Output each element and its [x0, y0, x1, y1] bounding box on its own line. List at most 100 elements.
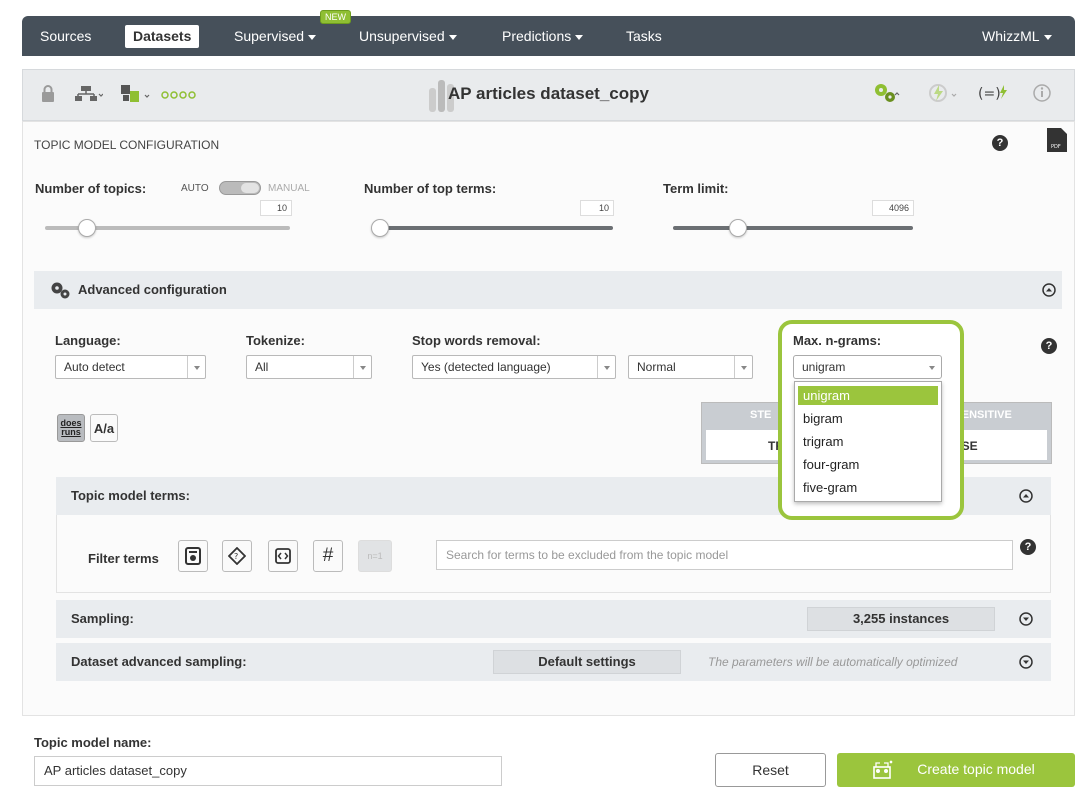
diamond-question-icon: ?: [228, 547, 246, 565]
advanced-sampling-title: Dataset advanced sampling:: [71, 654, 247, 669]
reset-button[interactable]: Reset: [715, 753, 826, 787]
sampling-title: Sampling:: [71, 611, 134, 626]
dropdown-arrow-icon: [353, 356, 371, 378]
term-limit-slider[interactable]: [673, 226, 913, 230]
gears-icon[interactable]: [873, 82, 901, 104]
stopwords-level-value: Normal: [637, 360, 676, 374]
expand-icon[interactable]: [1019, 655, 1033, 669]
term-limit-slider-knob[interactable]: [729, 219, 747, 237]
topic-terms-title: Topic model terms:: [71, 488, 190, 503]
advanced-config-header[interactable]: Advanced configuration: [34, 271, 1062, 309]
ngrams-label: Max. n-grams:: [793, 333, 882, 348]
tokenize-label: Tokenize:: [246, 333, 305, 348]
create-topic-model-button[interactable]: Create topic model: [837, 753, 1075, 787]
top-terms-slider[interactable]: [375, 226, 613, 230]
ngrams-option[interactable]: four-gram: [798, 455, 938, 474]
nav-supervised-label: Supervised: [234, 28, 305, 44]
ngrams-option[interactable]: unigram: [798, 386, 938, 405]
sampling-instances: 3,255 instances: [807, 607, 995, 631]
dropdown-arrow-icon: [923, 356, 941, 378]
top-navigation-bar: Sources Datasets Supervised NEW Unsuperv…: [22, 10, 1075, 56]
term-limit-value: 4096: [872, 200, 914, 216]
filter-n1-button[interactable]: n=1: [358, 540, 392, 572]
top-terms-label: Number of top terms:: [364, 181, 497, 196]
filter-non-alpha-button[interactable]: ?: [222, 540, 252, 572]
nav-sources[interactable]: Sources: [40, 16, 91, 56]
chevron-down-icon: [448, 34, 457, 40]
config-header: TOPIC MODEL CONFIGURATION: [34, 138, 220, 152]
chevron-down-icon: [575, 34, 584, 40]
chevron-down-icon: [308, 34, 317, 40]
tokenize-select[interactable]: All: [246, 355, 372, 379]
stemming-button-bottom: runs: [61, 427, 81, 437]
model-name-input[interactable]: AP articles dataset_copy: [34, 756, 502, 786]
tokenize-select-value: All: [255, 360, 269, 374]
advanced-sampling-note: The parameters will be automatically opt…: [708, 655, 958, 669]
help-icon[interactable]: ?: [1041, 338, 1057, 354]
pdf-icon[interactable]: PDF: [1047, 128, 1067, 152]
stemming-header: STE: [750, 409, 772, 421]
auto-manual-toggle[interactable]: [219, 181, 261, 195]
help-icon[interactable]: ?: [992, 135, 1008, 151]
nav-whizzml-label: WhizzML: [982, 28, 1040, 44]
create-topic-model-label: Create topic model: [917, 761, 1035, 777]
lightning-icon[interactable]: [928, 82, 958, 104]
code-icon: [275, 548, 291, 564]
term-limit-label: Term limit:: [663, 181, 729, 196]
filter-code-button[interactable]: [268, 540, 298, 572]
stemming-button[interactable]: does runs: [57, 414, 85, 442]
ngrams-select[interactable]: unigram: [793, 355, 942, 379]
nav-unsupervised[interactable]: Unsupervised: [359, 16, 457, 56]
ngrams-option[interactable]: bigram: [798, 409, 938, 428]
case-sensitive-button[interactable]: A/a: [90, 414, 118, 442]
collapse-icon[interactable]: [1019, 489, 1033, 503]
nav-unsupervised-label: Unsupervised: [359, 28, 445, 44]
ngrams-select-value: unigram: [802, 360, 846, 374]
advanced-sampling-header[interactable]: Dataset advanced sampling: Default setti…: [56, 643, 1051, 681]
dropdown-arrow-icon: [187, 356, 205, 378]
filter-terms-label: Filter terms: [88, 551, 159, 566]
sampling-header[interactable]: Sampling: 3,255 instances: [56, 600, 1051, 638]
collapse-icon[interactable]: [1042, 283, 1056, 297]
nav-predictions-label: Predictions: [502, 28, 572, 44]
nav-datasets[interactable]: Datasets: [125, 25, 200, 48]
ngrams-dropdown-list: unigram bigram trigram four-gram five-gr…: [794, 381, 942, 502]
exclude-terms-search[interactable]: Search for terms to be excluded from the…: [436, 540, 1013, 570]
nav-supervised[interactable]: Supervised: [234, 16, 317, 56]
document-filter-icon: [185, 547, 201, 565]
toggle-manual-label: MANUAL: [268, 183, 310, 194]
topic-model-icon: [873, 760, 893, 779]
dropdown-arrow-icon: [734, 356, 752, 378]
stopwords-level-select[interactable]: Normal: [628, 355, 753, 379]
dataset-toolbar: AP articles dataset_copy (=): [22, 69, 1075, 121]
nav-predictions[interactable]: Predictions: [502, 16, 584, 56]
help-icon[interactable]: ?: [1020, 539, 1036, 555]
top-terms-slider-knob[interactable]: [371, 219, 389, 237]
new-badge: NEW: [320, 10, 351, 24]
ngrams-option[interactable]: five-gram: [798, 478, 938, 497]
language-select[interactable]: Auto detect: [55, 355, 206, 379]
dataset-title: AP articles dataset_copy: [448, 84, 649, 103]
num-topics-slider-knob[interactable]: [77, 219, 96, 237]
gears-icon: [51, 282, 70, 299]
toggle-auto-label: AUTO: [181, 183, 209, 194]
num-topics-value: 10: [260, 200, 292, 216]
stopwords-select[interactable]: Yes (detected language): [412, 355, 616, 379]
hashtag-icon[interactable]: #: [313, 540, 343, 572]
nav-tasks[interactable]: Tasks: [626, 16, 662, 56]
model-name-label: Topic model name:: [34, 735, 152, 750]
info-icon[interactable]: [1032, 83, 1052, 103]
advanced-config-title: Advanced configuration: [78, 282, 227, 297]
language-select-value: Auto detect: [64, 360, 125, 374]
ngrams-option[interactable]: trigram: [798, 432, 938, 451]
filter-full-terms-button[interactable]: [178, 540, 208, 572]
nav-whizzml[interactable]: WhizzML: [982, 16, 1052, 56]
formula-icon[interactable]: (=): [978, 82, 1010, 104]
dropdown-arrow-icon: [597, 356, 615, 378]
svg-text:?: ?: [234, 552, 238, 561]
stopwords-label: Stop words removal:: [412, 333, 541, 348]
expand-icon[interactable]: [1019, 612, 1033, 626]
num-topics-label: Number of topics:: [35, 181, 147, 196]
language-label: Language:: [55, 333, 121, 348]
advanced-sampling-default: Default settings: [493, 650, 681, 674]
